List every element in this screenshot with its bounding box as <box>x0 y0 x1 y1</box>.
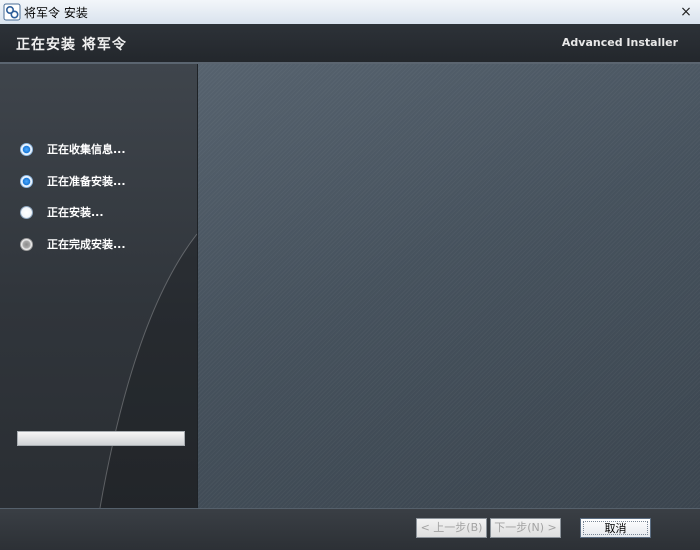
step-label: 正在收集信息... <box>47 143 126 156</box>
installer-header: 正在安装 将军令 Advanced Installer <box>0 24 700 64</box>
step-label: 正在完成安装... <box>47 238 126 251</box>
install-progress-bar <box>17 431 185 446</box>
step-pending-icon <box>20 237 33 251</box>
page-title: 正在安装 将军令 <box>16 37 127 53</box>
close-icon[interactable]: × <box>678 4 694 20</box>
step-collect-info: 正在收集信息... <box>20 140 126 158</box>
window-title: 将军令 安装 <box>24 6 88 20</box>
button-bar: < 上一步(B) 下一步(N) > 取消 <box>0 508 700 550</box>
step-done-icon <box>20 142 33 156</box>
cancel-button[interactable]: 取消 <box>580 518 651 538</box>
step-finish-install: 正在完成安装... <box>20 235 126 253</box>
steps-sidebar: 正在收集信息... 正在准备安装... 正在安装... 正在完成安装... <box>0 64 198 508</box>
brand-label: Advanced Installer <box>561 36 678 49</box>
cancel-button-label: 取消 <box>583 521 648 535</box>
installer-app-icon <box>3 3 21 21</box>
back-button[interactable]: < 上一步(B) <box>416 518 487 538</box>
step-done-icon <box>20 174 33 188</box>
step-label: 正在安装... <box>47 206 104 219</box>
next-button[interactable]: 下一步(N) > <box>490 518 561 538</box>
step-label: 正在准备安装... <box>47 175 126 188</box>
step-installing: 正在安装... <box>20 203 104 221</box>
installer-window: 将军令 安装 × 正在安装 将军令 Advanced Installer 正在收… <box>0 0 700 550</box>
step-prepare-install: 正在准备安装... <box>20 172 126 190</box>
title-bar[interactable]: 将军令 安装 × <box>0 0 700 25</box>
step-current-icon <box>20 205 33 219</box>
content-panel <box>198 64 700 508</box>
